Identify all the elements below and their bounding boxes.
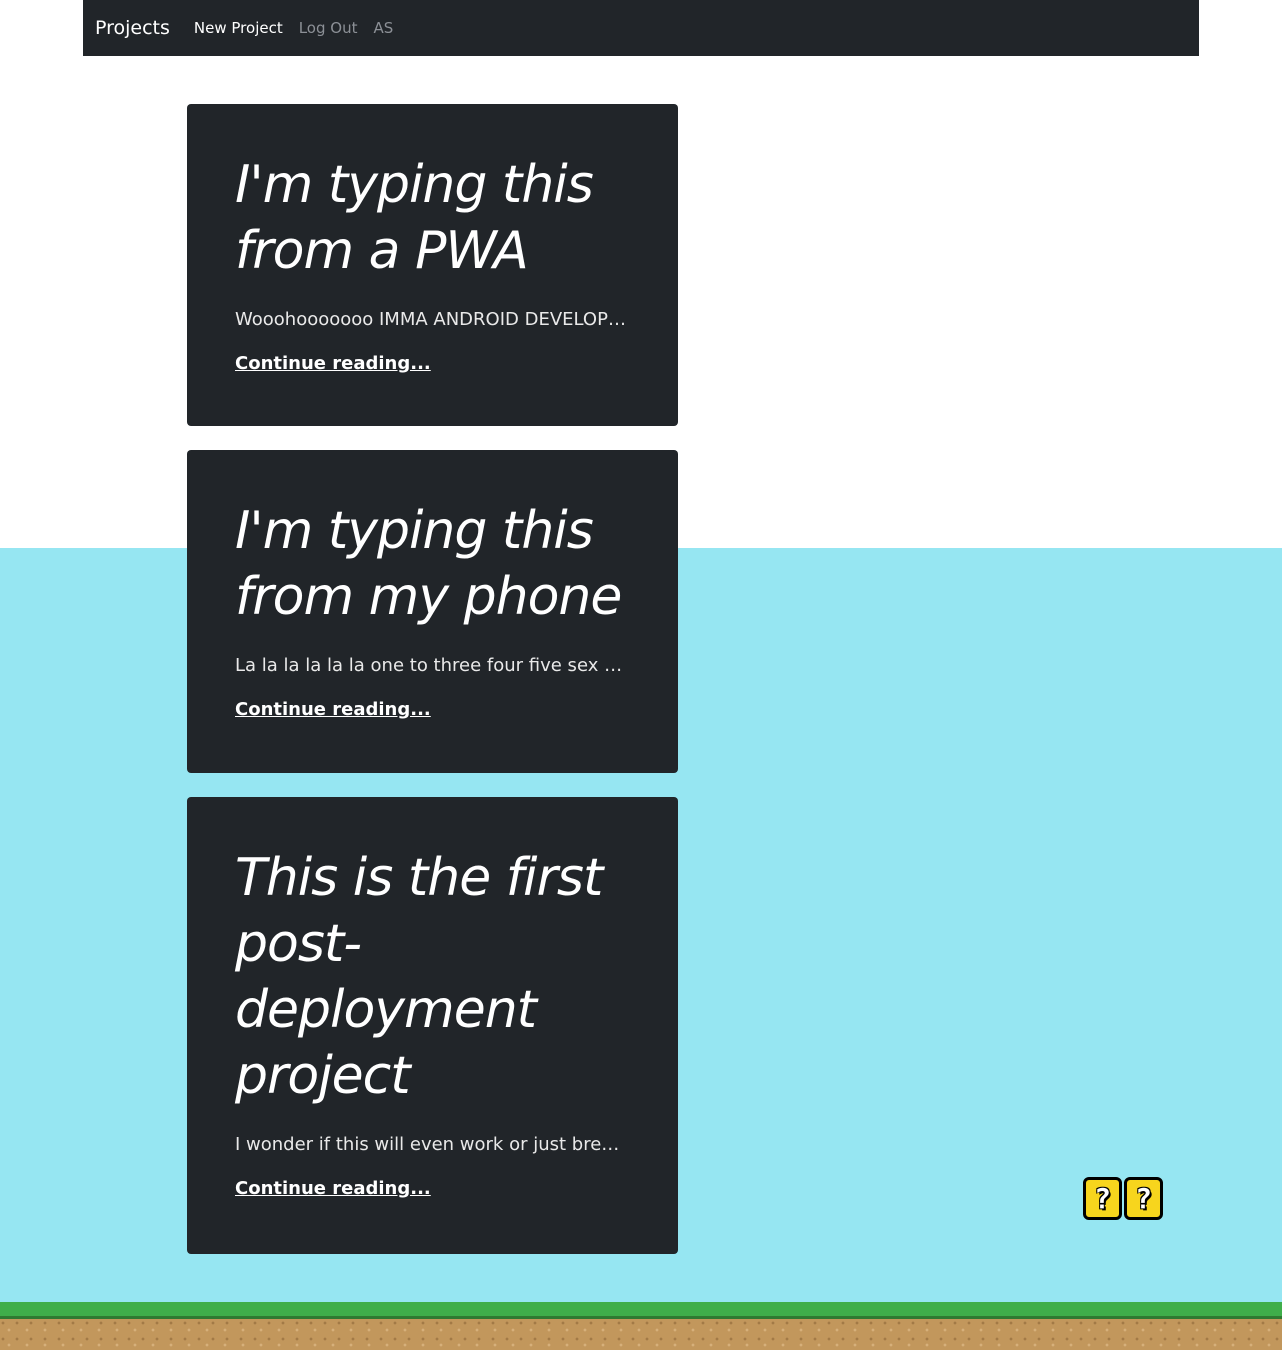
dirt-ground bbox=[0, 1319, 1282, 1350]
post-card: I'm typing this from my phone La la la l… bbox=[187, 450, 678, 773]
post-excerpt: Wooohooooooo IMMA ANDROID DEVELOPER NOW bbox=[235, 309, 630, 330]
user-initials-link[interactable]: AS bbox=[373, 19, 393, 37]
post-excerpt: I wonder if this will even work or just … bbox=[235, 1134, 630, 1155]
new-project-link[interactable]: New Project bbox=[194, 19, 283, 37]
question-block-icon: ? bbox=[1124, 1177, 1163, 1220]
post-title: I'm typing this from my phone bbox=[235, 501, 622, 627]
log-out-link[interactable]: Log Out bbox=[299, 19, 358, 37]
continue-reading-link[interactable]: Continue reading... bbox=[235, 353, 431, 374]
continue-reading-link[interactable]: Continue reading... bbox=[235, 1178, 431, 1199]
question-block-icon: ? bbox=[1083, 1177, 1122, 1220]
continue-reading-link[interactable]: Continue reading... bbox=[235, 699, 431, 720]
post-card: I'm typing this from a PWA Wooohooooooo … bbox=[187, 104, 678, 426]
brand-link[interactable]: Projects bbox=[95, 17, 170, 39]
question-blocks: ? ? bbox=[1083, 1177, 1165, 1220]
top-navbar: Projects New Project Log Out AS bbox=[83, 0, 1199, 56]
post-title: This is the first post-deployment projec… bbox=[235, 848, 603, 1106]
post-excerpt: La la la la la la one to three four five… bbox=[235, 655, 630, 676]
grass-strip bbox=[0, 1302, 1282, 1322]
post-title: I'm typing this from a PWA bbox=[235, 155, 594, 281]
post-card: This is the first post-deployment projec… bbox=[187, 797, 678, 1254]
